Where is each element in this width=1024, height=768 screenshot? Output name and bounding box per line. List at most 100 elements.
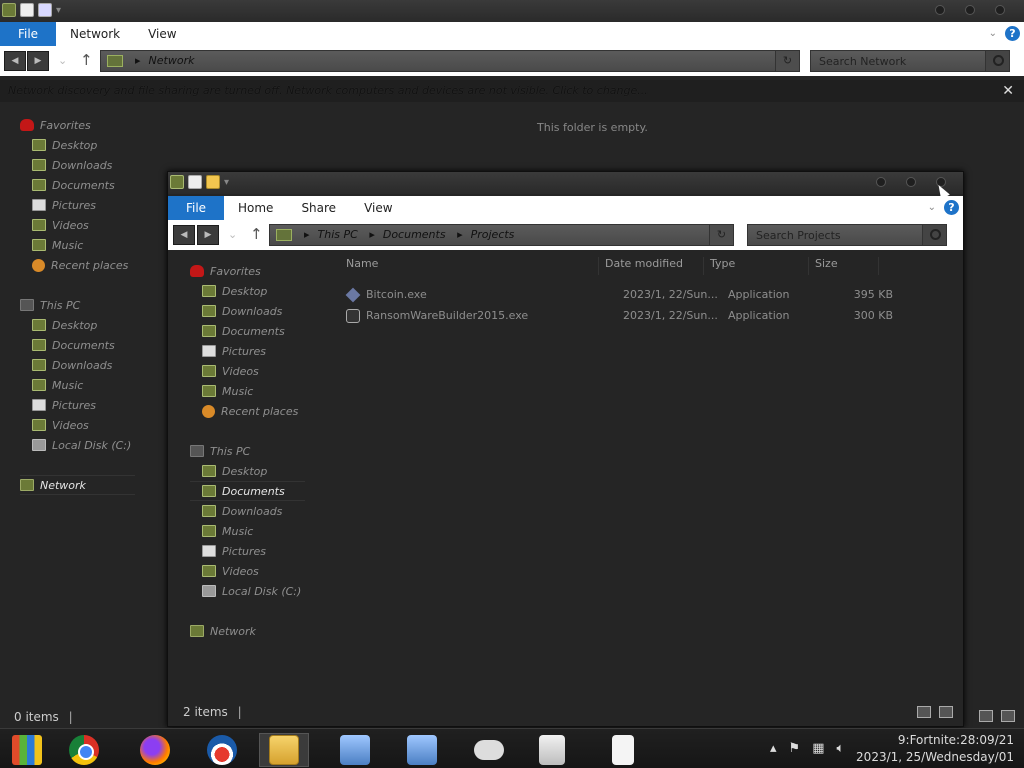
help-icon[interactable]: ?: [1005, 26, 1020, 41]
breadcrumb-documents[interactable]: Documents: [369, 225, 446, 245]
nav-item-music[interactable]: Music: [190, 381, 305, 401]
taskbar-file-explorer[interactable]: [259, 733, 309, 767]
breadcrumb-network[interactable]: Network: [135, 51, 195, 71]
close-icon[interactable]: ✕: [1002, 80, 1014, 102]
taskbar-recycle-bin[interactable]: [527, 733, 577, 767]
nav-item-desktop[interactable]: Desktop: [190, 281, 305, 301]
nav-network[interactable]: Network: [190, 621, 305, 641]
taskbar-document[interactable]: [598, 733, 648, 767]
column-type[interactable]: Type: [704, 257, 809, 275]
tab-home[interactable]: Home: [224, 201, 287, 215]
large-icons-view-icon[interactable]: [1001, 710, 1015, 722]
close-button[interactable]: [995, 5, 1005, 15]
nav-item-downloads[interactable]: Downloads: [20, 355, 135, 375]
back-button[interactable]: ◀: [173, 225, 195, 245]
nav-item-local-disk[interactable]: Local Disk (C:): [190, 581, 305, 601]
forward-button[interactable]: ▶: [27, 51, 49, 71]
nav-item-music[interactable]: Music: [20, 235, 135, 255]
search-input[interactable]: [811, 51, 1009, 71]
flag-icon[interactable]: ⚑: [789, 741, 801, 756]
clock[interactable]: 9:Fortnite:28:09/21 2023/1, 25/Wednesday…: [856, 732, 1014, 766]
new-folder-icon[interactable]: [206, 175, 220, 189]
recent-chevron-icon[interactable]: ⌄: [228, 228, 237, 241]
up-arrow-icon[interactable]: ↑: [250, 225, 263, 243]
info-bar-message[interactable]: Network discovery and file sharing are t…: [8, 84, 648, 97]
file-row[interactable]: RansomWareBuilder2015.exe 2023/1, 22/Sun…: [346, 305, 893, 326]
nav-item-pictures[interactable]: Pictures: [190, 541, 305, 561]
file-tab[interactable]: File: [0, 22, 56, 46]
nav-favorites[interactable]: Favorites: [20, 115, 135, 135]
nav-item-downloads[interactable]: Downloads: [190, 501, 305, 521]
tab-view[interactable]: View: [350, 201, 406, 215]
forward-button[interactable]: ▶: [197, 225, 219, 245]
tab-network[interactable]: Network: [56, 27, 134, 41]
nav-item-documents[interactable]: Documents: [190, 321, 305, 341]
refresh-icon[interactable]: ↻: [709, 225, 733, 245]
tab-view[interactable]: View: [134, 27, 190, 41]
back-button[interactable]: ◀: [4, 51, 26, 71]
taskbar-setup-2[interactable]: [397, 733, 447, 767]
maximize-button[interactable]: [906, 177, 916, 187]
breadcrumb-projects[interactable]: Projects: [457, 225, 515, 245]
nav-item-local-disk[interactable]: Local Disk (C:): [20, 435, 135, 455]
nav-item-desktop[interactable]: Desktop: [190, 461, 305, 481]
nav-item-desktop[interactable]: Desktop: [20, 315, 135, 335]
details-view-icon[interactable]: [979, 710, 993, 722]
nav-item-videos[interactable]: Videos: [20, 215, 135, 235]
nav-item-music[interactable]: Music: [190, 521, 305, 541]
taskbar-setup-1[interactable]: [330, 733, 380, 767]
properties-icon[interactable]: [20, 3, 34, 17]
file-tab[interactable]: File: [168, 196, 224, 220]
nav-item-music[interactable]: Music: [20, 375, 135, 395]
tab-share[interactable]: Share: [287, 201, 350, 215]
recent-chevron-icon[interactable]: ⌄: [58, 54, 67, 67]
nav-item-desktop[interactable]: Desktop: [20, 135, 135, 155]
nav-item-documents[interactable]: Documents: [20, 175, 135, 195]
nav-item-pictures[interactable]: Pictures: [20, 395, 135, 415]
nav-item-documents[interactable]: Documents: [20, 335, 135, 355]
nav-item-videos[interactable]: Videos: [190, 361, 305, 381]
search-icon[interactable]: [985, 51, 1009, 71]
nav-item-downloads[interactable]: Downloads: [190, 301, 305, 321]
taskbar-game[interactable]: [464, 733, 514, 767]
address-field[interactable]: Network ↻: [100, 50, 800, 72]
info-bar[interactable]: Network discovery and file sharing are t…: [0, 80, 1024, 102]
details-view-icon[interactable]: [917, 706, 931, 718]
up-arrow-icon[interactable]: ↑: [80, 51, 93, 69]
taskbar-obama-logo[interactable]: [197, 733, 247, 767]
column-size[interactable]: Size: [809, 257, 879, 275]
refresh-icon[interactable]: ↻: [775, 51, 799, 71]
help-icon[interactable]: ?: [944, 200, 959, 215]
nav-favorites[interactable]: Favorites: [190, 261, 305, 281]
minimize-button[interactable]: [876, 177, 886, 187]
chevron-down-icon[interactable]: ▾: [56, 5, 61, 16]
nav-this-pc[interactable]: This PC: [190, 441, 305, 461]
show-hidden-icons-icon[interactable]: ▴: [770, 741, 777, 756]
start-button[interactable]: [2, 733, 52, 767]
new-folder-icon[interactable]: [38, 3, 52, 17]
search-icon[interactable]: [922, 225, 946, 245]
nav-item-downloads[interactable]: Downloads: [20, 155, 135, 175]
nav-item-videos[interactable]: Videos: [20, 415, 135, 435]
chevron-down-icon[interactable]: ▾: [224, 177, 229, 188]
nav-item-pictures[interactable]: Pictures: [190, 341, 305, 361]
maximize-button[interactable]: [965, 5, 975, 15]
breadcrumb-this-pc[interactable]: This PC: [304, 225, 358, 245]
taskbar-firefox[interactable]: [130, 733, 180, 767]
nav-item-pictures[interactable]: Pictures: [20, 195, 135, 215]
taskbar-chrome[interactable]: [59, 733, 109, 767]
volume-icon[interactable]: 🔈︎: [836, 741, 844, 756]
network-status-icon[interactable]: ▦: [812, 741, 824, 756]
search-input[interactable]: [748, 225, 946, 245]
properties-icon[interactable]: [188, 175, 202, 189]
nav-network[interactable]: Network: [20, 475, 135, 495]
nav-this-pc[interactable]: This PC: [20, 295, 135, 315]
address-field[interactable]: This PC Documents Projects ↻: [269, 224, 734, 246]
column-date-modified[interactable]: Date modified: [599, 257, 704, 275]
nav-item-videos[interactable]: Videos: [190, 561, 305, 581]
minimize-button[interactable]: [935, 5, 945, 15]
nav-item-recent-places[interactable]: Recent places: [190, 401, 305, 421]
chevron-down-icon[interactable]: ⌄: [928, 202, 936, 213]
file-row[interactable]: Bitcoin.exe 2023/1, 22/Sun... Applicatio…: [345, 284, 893, 305]
nav-item-documents[interactable]: Documents: [190, 481, 305, 501]
